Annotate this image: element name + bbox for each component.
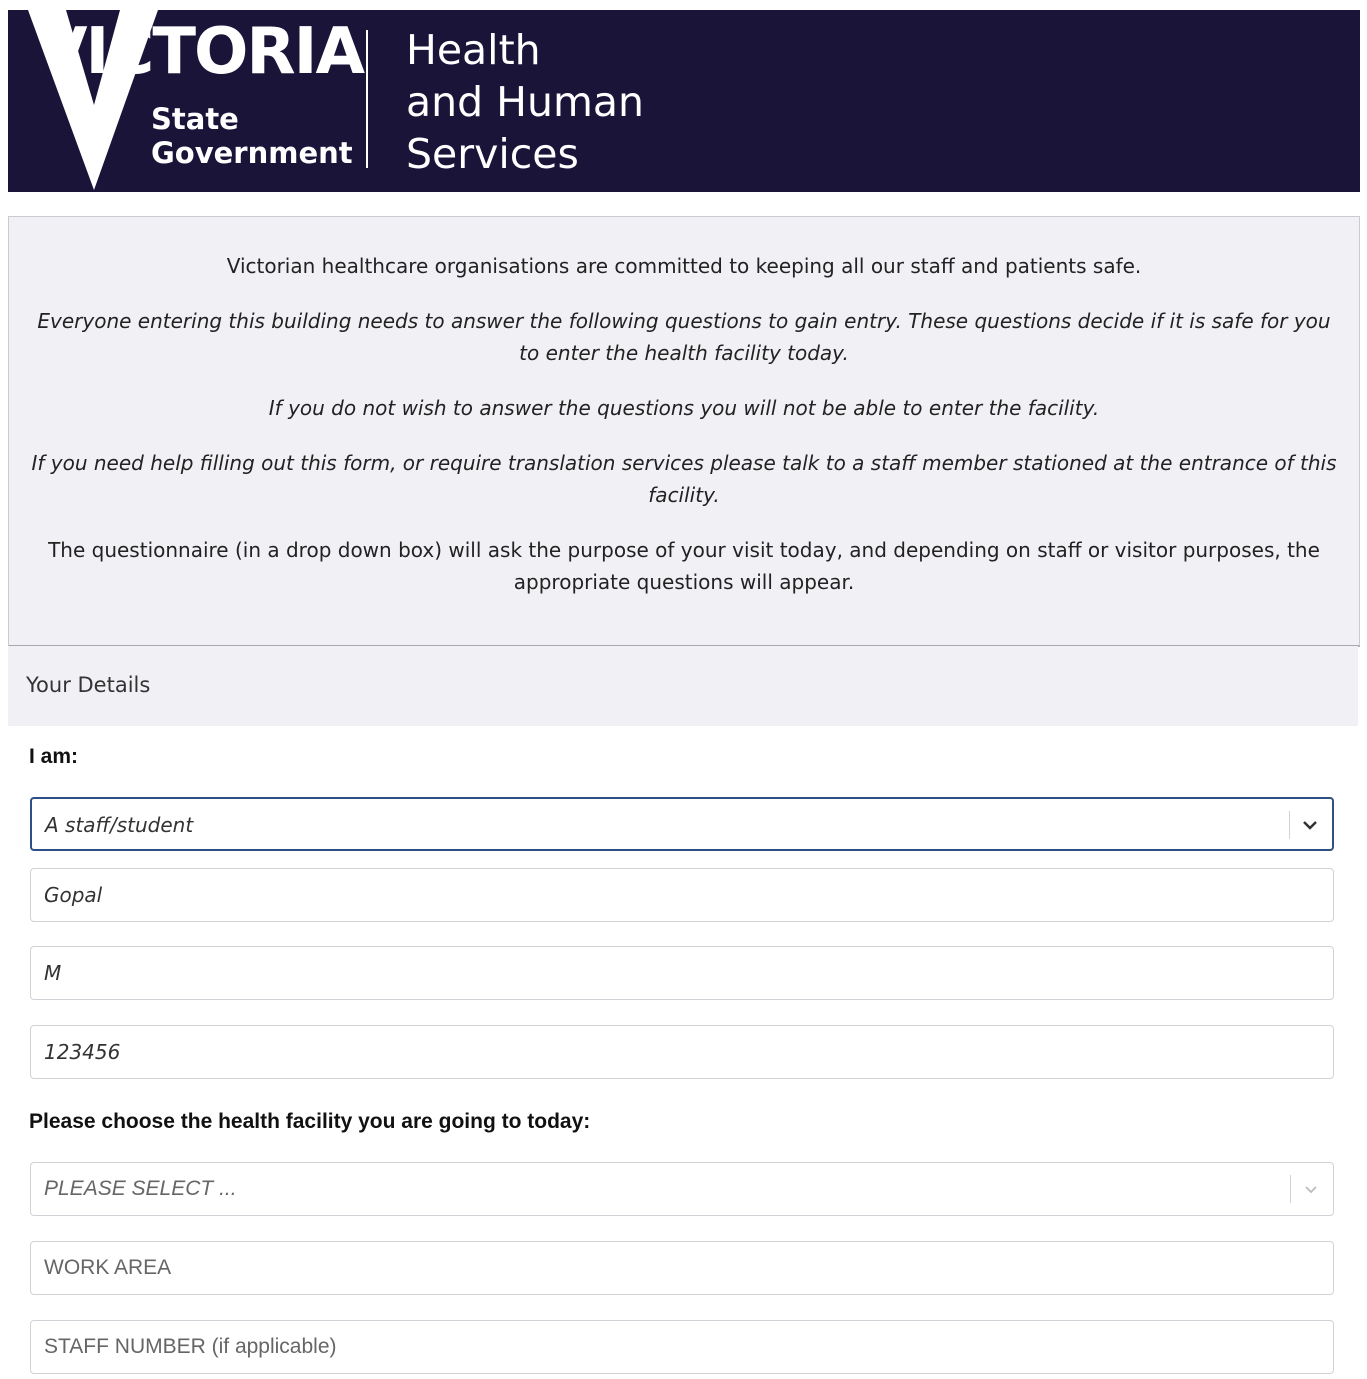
visitor-type-value: A staff/student [45, 813, 194, 837]
work-area-input[interactable]: WORK AREA [30, 1241, 1334, 1295]
visitor-type-select[interactable]: A staff/student [30, 797, 1334, 851]
logo-wordmark: VICTORIA [38, 15, 365, 89]
logo-subtitle: State Government [151, 102, 353, 170]
select-divider [1289, 811, 1290, 839]
staff-number-input[interactable]: STAFF NUMBER (if applicable) [30, 1320, 1334, 1374]
first-name-input[interactable]: Gopal [30, 868, 1334, 922]
chevron-down-icon[interactable] [1300, 815, 1320, 835]
select-divider [1290, 1175, 1291, 1203]
section-title: Your Details [26, 673, 151, 697]
phone-value: 123456 [44, 1040, 121, 1064]
site-header: VICTORIA State Government Health and Hum… [8, 10, 1360, 192]
phone-input[interactable]: 123456 [30, 1025, 1334, 1079]
info-entry-requirement-text: Everyone entering this building needs to… [37, 309, 1331, 365]
facility-label: Please choose the health facility you ar… [29, 1110, 591, 1133]
last-name-value: M [44, 961, 62, 985]
page: VICTORIA State Government Health and Hum… [8, 10, 1360, 1379]
chevron-down-icon[interactable] [1301, 1179, 1321, 1199]
facility-placeholder: PLEASE SELECT ... [44, 1177, 237, 1200]
your-details-header: Your Details [8, 646, 1358, 726]
info-panel: Victorian healthcare organisations are c… [8, 216, 1360, 647]
department-name: Health and Human Services [406, 26, 645, 178]
info-commitment-text: Victorian healthcare organisations are c… [226, 254, 1142, 278]
victoria-state-government-logo: VICTORIA State Government [8, 10, 368, 192]
i-am-label: I am: [29, 745, 79, 768]
info-questionnaire-text: The questionnaire (in a drop down box) w… [48, 538, 1320, 594]
info-help-text: If you need help filling out this form, … [31, 451, 1337, 507]
last-name-input[interactable]: M [30, 946, 1334, 1000]
work-area-placeholder: WORK AREA [44, 1256, 172, 1279]
facility-select[interactable]: PLEASE SELECT ... [30, 1162, 1334, 1216]
staff-number-placeholder: STAFF NUMBER (if applicable) [44, 1335, 337, 1358]
header-divider [366, 30, 368, 168]
first-name-value: Gopal [44, 883, 103, 907]
info-refusal-text: If you do not wish to answer the questio… [268, 396, 1100, 420]
